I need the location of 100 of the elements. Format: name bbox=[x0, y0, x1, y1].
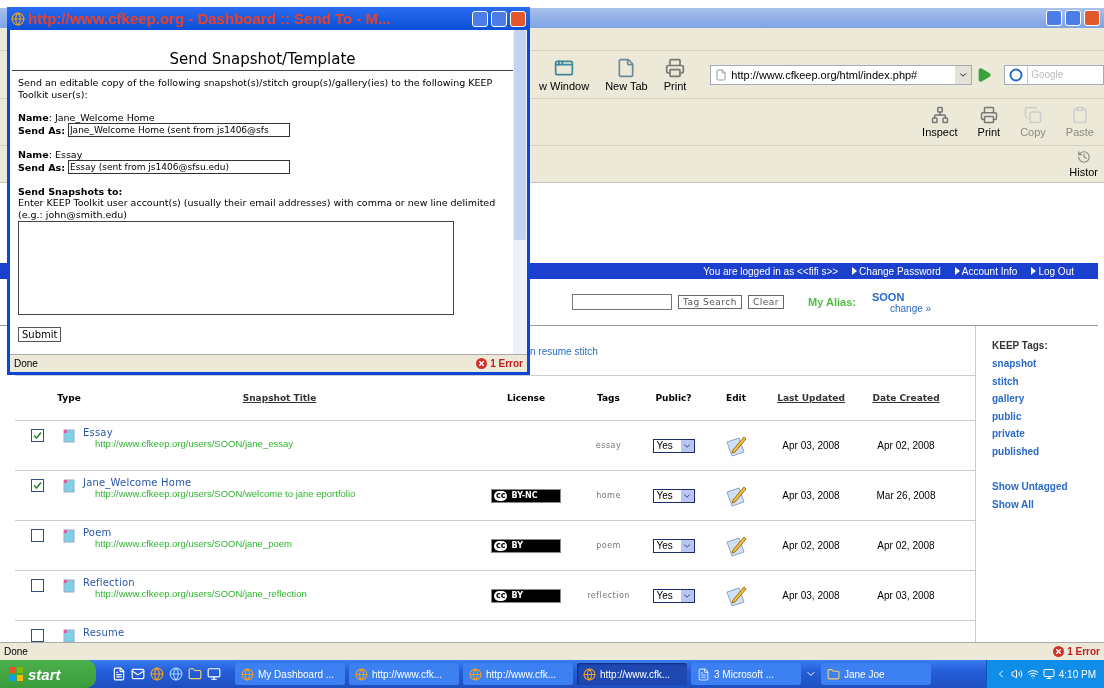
alias-label: My Alias: bbox=[808, 296, 856, 308]
tag-link[interactable]: stitch bbox=[992, 372, 1068, 390]
taskbar-button[interactable]: http://www.cfk... bbox=[577, 663, 687, 685]
scrollbar[interactable] bbox=[513, 30, 527, 354]
printer-icon bbox=[665, 57, 686, 78]
intro-text: Send an editable copy of the following snapshot(s)/stitch group(s)/gallery(ies) to the following KEEP Toolkit user(s): bbox=[18, 77, 494, 100]
toolbar-button[interactable]: New Tab bbox=[599, 57, 654, 92]
account-link[interactable]: Account Info bbox=[954, 265, 1018, 277]
license-badge[interactable]: cc BY bbox=[491, 538, 561, 553]
change-link[interactable]: change » bbox=[889, 302, 932, 314]
history-button[interactable]: Histor bbox=[1063, 150, 1104, 178]
document-icon bbox=[63, 579, 75, 593]
recipients-heading: Send Snapshots to: bbox=[18, 186, 124, 197]
taskbar-button[interactable]: 3 Microsoft ... bbox=[691, 663, 801, 685]
row-checkbox[interactable] bbox=[30, 479, 44, 492]
globe-icon bbox=[583, 667, 596, 681]
triangle-icon bbox=[954, 267, 960, 275]
tag-search-button[interactable]: Tag Search bbox=[678, 295, 743, 309]
row-checkbox[interactable] bbox=[30, 579, 44, 592]
document-icon bbox=[697, 667, 710, 681]
license-badge[interactable]: cc BY bbox=[491, 588, 561, 603]
date-text: Apr 03, 2008 bbox=[781, 590, 841, 601]
tag-link[interactable]: snapshot bbox=[992, 355, 1068, 373]
snapshot-title-link[interactable]: Poem bbox=[83, 527, 476, 538]
close-button[interactable] bbox=[1084, 10, 1100, 26]
send-as-field[interactable]: Jane_Welcome Home (sent from js1406@sfs bbox=[67, 123, 290, 137]
tag-link[interactable]: public bbox=[992, 407, 1068, 425]
folder-icon[interactable] bbox=[188, 667, 202, 681]
monitor-icon[interactable] bbox=[207, 667, 221, 681]
document-icon bbox=[63, 479, 75, 493]
taskbar-button[interactable]: My Dashboard ... bbox=[235, 663, 345, 685]
row-checkbox[interactable] bbox=[30, 629, 44, 642]
minimize-button[interactable] bbox=[472, 10, 488, 27]
document-icon bbox=[63, 629, 75, 642]
stitch-link[interactable]: n resume stitch bbox=[530, 346, 598, 357]
send-as-label: Send As: bbox=[18, 124, 65, 136]
error-status[interactable]: 1 Error bbox=[1053, 646, 1100, 657]
column-header: Edit bbox=[725, 393, 747, 403]
toolbar-button[interactable]: w Window bbox=[533, 57, 596, 92]
toolbar-button[interactable]: Inspect bbox=[916, 106, 964, 138]
filter-link[interactable]: Show Untagged bbox=[992, 478, 1068, 496]
account-link[interactable]: Change Password bbox=[852, 265, 941, 277]
snapshot-title-link[interactable]: Jane_Welcome Home bbox=[83, 477, 476, 488]
globe-icon bbox=[355, 667, 368, 681]
toolbar-button[interactable]: Print bbox=[971, 106, 1007, 138]
monitor-icon[interactable] bbox=[1042, 668, 1055, 680]
public-select[interactable]: Yes bbox=[652, 488, 695, 503]
column-header: Type bbox=[56, 393, 82, 403]
close-button[interactable] bbox=[510, 10, 526, 27]
document-icon[interactable] bbox=[112, 667, 126, 681]
network-icon[interactable] bbox=[1026, 668, 1039, 680]
taskbar-button[interactable]: http://www.cfk... bbox=[349, 663, 459, 685]
clear-button[interactable]: Clear bbox=[748, 295, 785, 309]
nodes-icon bbox=[930, 106, 949, 124]
date-text: Apr 03, 2008 bbox=[876, 590, 936, 601]
submit-button[interactable]: Submit bbox=[18, 327, 62, 342]
date-text: Mar 26, 2008 bbox=[875, 490, 937, 501]
date-text: Apr 02, 2008 bbox=[876, 440, 936, 451]
snapshot-title-link[interactable]: Essay bbox=[83, 427, 476, 438]
google-icon bbox=[1009, 67, 1024, 82]
tag-field[interactable] bbox=[572, 294, 672, 310]
date-text: Apr 02, 2008 bbox=[876, 540, 936, 551]
minimize-button[interactable] bbox=[1046, 10, 1062, 26]
globe-icon[interactable] bbox=[169, 667, 183, 681]
globe-icon[interactable] bbox=[150, 667, 164, 681]
snapshot-title-link[interactable]: Reflection bbox=[83, 577, 476, 588]
column-header[interactable]: Snapshot Title bbox=[83, 393, 476, 403]
tag-link[interactable]: gallery bbox=[992, 390, 1068, 408]
row-checkbox[interactable] bbox=[30, 429, 44, 442]
send-as-field[interactable]: Essay (sent from js1406@sfsu.edu) bbox=[67, 160, 290, 174]
public-select[interactable]: Yes bbox=[652, 438, 695, 453]
address-bar[interactable]: http://www.cfkeep.org/html/index.php# bbox=[710, 64, 973, 85]
login-text: You are logged in as <<fifi s>> bbox=[703, 265, 839, 277]
toolbar-button[interactable]: Print bbox=[657, 57, 693, 92]
tag-link[interactable]: private bbox=[992, 425, 1068, 443]
globe-icon bbox=[241, 667, 254, 681]
public-select[interactable]: Yes bbox=[652, 588, 695, 603]
clock: 4:10 PM bbox=[1058, 668, 1096, 680]
error-icon bbox=[476, 358, 488, 369]
alias-value: SOON bbox=[871, 290, 906, 303]
filter-link[interactable]: Show All bbox=[992, 495, 1068, 513]
taskbar-button[interactable]: http://www.cfk... bbox=[463, 663, 573, 685]
column-header[interactable]: Date Created bbox=[856, 393, 956, 403]
maximize-button[interactable] bbox=[491, 10, 507, 27]
send-as-label: Send As: bbox=[18, 161, 65, 173]
error-status[interactable]: 1 Error bbox=[476, 358, 523, 369]
snapshot-title-link[interactable]: Resume bbox=[83, 627, 476, 638]
license-badge[interactable]: cc BY-NC bbox=[491, 488, 561, 503]
taskbar-button[interactable]: Jane Joe bbox=[821, 663, 931, 685]
public-select[interactable]: Yes bbox=[652, 538, 695, 553]
go-icon[interactable] bbox=[976, 66, 993, 83]
speaker-icon[interactable] bbox=[1010, 668, 1023, 680]
column-header[interactable]: Last Updated bbox=[766, 393, 856, 403]
tag-link[interactable]: published bbox=[992, 442, 1068, 460]
recipients-field[interactable] bbox=[18, 221, 454, 315]
account-link[interactable]: Log Out bbox=[1031, 265, 1074, 277]
mail-icon[interactable] bbox=[131, 667, 145, 681]
row-checkbox[interactable] bbox=[30, 529, 44, 542]
page-icon bbox=[715, 68, 728, 81]
restore-button[interactable] bbox=[1065, 10, 1081, 26]
